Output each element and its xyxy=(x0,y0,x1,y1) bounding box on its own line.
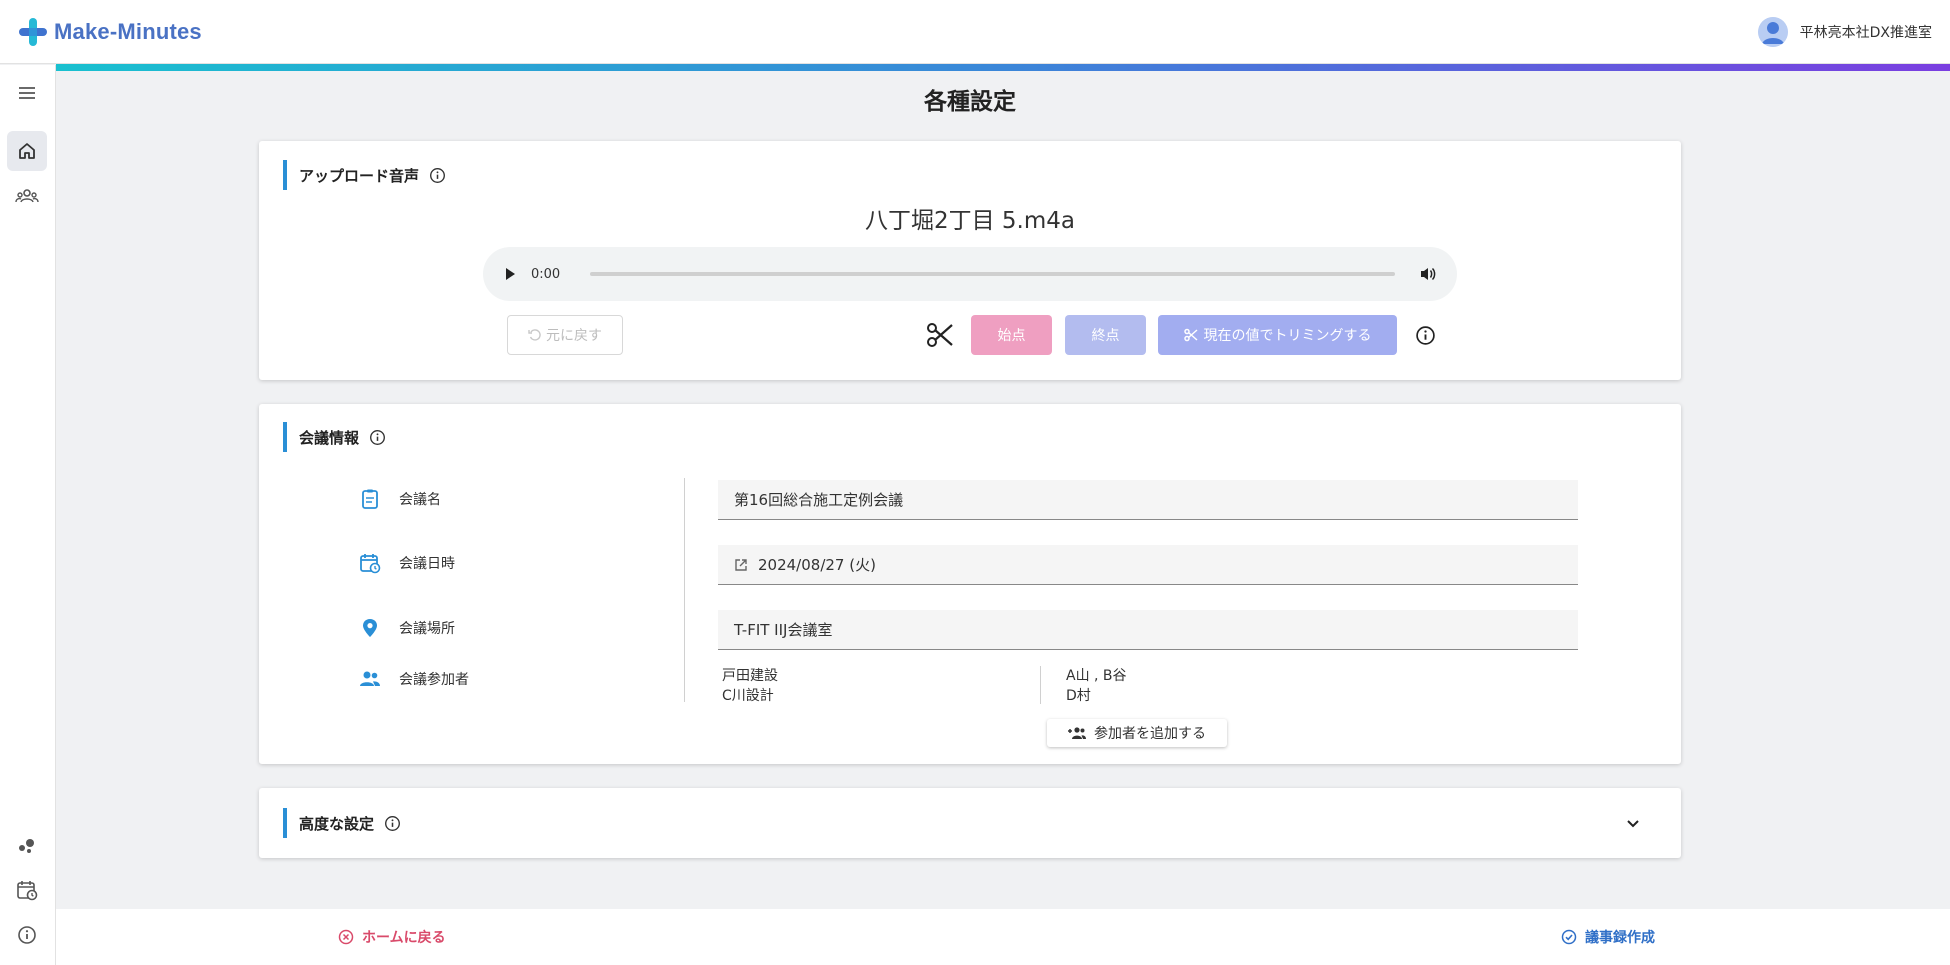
app-name: Make-Minutes xyxy=(54,18,202,44)
list-item: D村 xyxy=(1066,688,1091,704)
meeting-attendees-label: 会議参加者 xyxy=(399,672,469,688)
info-icon[interactable] xyxy=(1415,325,1436,346)
upload-audio-heading: アップロード音声 xyxy=(283,160,446,190)
home-back-button[interactable]: ホームに戻る xyxy=(338,927,446,947)
schedule-nav-button[interactable] xyxy=(7,870,47,910)
hamburger-icon xyxy=(19,87,35,99)
list-item: A山 , B谷 xyxy=(1066,668,1127,684)
meeting-name-label-row: 会議名 xyxy=(359,488,441,510)
meeting-info-card: 会議情報 会議名 会議日時 会議場所 会議参加者 第16回総合施工定例会議 20… xyxy=(259,404,1681,764)
info-nav-button[interactable] xyxy=(7,915,47,955)
upload-audio-title: アップロード音声 xyxy=(299,166,420,185)
side-rail xyxy=(0,65,56,965)
bubbles-nav-button[interactable] xyxy=(7,825,47,865)
home-icon xyxy=(19,143,35,159)
check-circle-icon xyxy=(1561,929,1577,945)
info-icon[interactable] xyxy=(429,167,446,184)
meeting-place-field[interactable]: T-FIT IIJ会議室 xyxy=(718,610,1578,650)
meeting-place-label-row: 会議場所 xyxy=(359,617,455,639)
meeting-attendees-label-row: 会議参加者 xyxy=(359,668,469,690)
footer-bar: ホームに戻る 議事録作成 xyxy=(56,909,1950,965)
meeting-date-field[interactable]: 2024/08/27 (火) xyxy=(718,545,1578,585)
info-icon[interactable] xyxy=(384,815,401,832)
audio-player[interactable]: 0:00 xyxy=(483,247,1457,301)
advanced-settings-title: 高度な設定 xyxy=(299,814,375,833)
people-icon xyxy=(360,671,380,686)
volume-icon[interactable] xyxy=(1419,265,1437,283)
groups-nav-button[interactable] xyxy=(7,176,47,216)
create-minutes-button[interactable]: 議事録作成 xyxy=(1561,927,1655,947)
start-point-button[interactable]: 始点 xyxy=(971,315,1052,355)
list-item: 戸田建設 xyxy=(722,668,778,684)
meeting-name-value: 第16回総合施工定例会議 xyxy=(734,491,904,509)
top-header: Make-Minutes 平林亮本社DX推進室 xyxy=(0,0,1950,64)
location-pin-icon xyxy=(363,619,377,637)
info-icon xyxy=(18,926,36,944)
audio-progress-track[interactable] xyxy=(590,272,1395,276)
label-divider xyxy=(684,478,685,702)
open-external-icon xyxy=(735,558,747,571)
play-icon[interactable] xyxy=(503,267,517,281)
scissors-icon xyxy=(1183,328,1197,342)
meeting-name-label: 会議名 xyxy=(399,492,441,508)
reset-label: 元に戻す xyxy=(546,328,602,344)
meeting-info-title: 会議情報 xyxy=(299,428,360,447)
meeting-info-heading: 会議情報 xyxy=(283,422,386,452)
end-point-label: 終点 xyxy=(1091,328,1120,344)
attendees-left-list: 戸田建設 C川設計 xyxy=(722,666,778,706)
attendees-right-list: A山 , B谷 D村 xyxy=(1066,666,1127,706)
user-avatar-icon xyxy=(1757,16,1788,47)
scissors-icon xyxy=(927,323,953,347)
page-title: 各種設定 xyxy=(924,89,1016,115)
meeting-date-label-row: 会議日時 xyxy=(359,552,455,574)
audio-current-time: 0:00 xyxy=(531,266,561,282)
chevron-down-icon[interactable] xyxy=(1625,815,1641,831)
groups-icon xyxy=(15,189,39,203)
attendees-divider xyxy=(1040,666,1041,704)
list-item: C川設計 xyxy=(722,688,774,704)
audio-file-name: 八丁堀2丁目 5.m4a xyxy=(864,208,1076,234)
create-minutes-label: 議事録作成 xyxy=(1585,930,1655,946)
info-icon[interactable] xyxy=(369,429,386,446)
plus-logo-icon xyxy=(19,17,47,46)
calendar-clock-icon xyxy=(360,554,381,574)
close-circle-icon xyxy=(338,929,354,945)
advanced-settings-heading: 高度な設定 xyxy=(283,808,401,838)
add-attendee-button[interactable]: 参加者を追加する xyxy=(1047,719,1227,747)
meeting-date-value: 2024/08/27 (火) xyxy=(758,556,876,574)
upload-audio-card: アップロード音声 八丁堀2丁目 5.m4a 0:00 元に戻す 始点 終点 現在… xyxy=(259,141,1681,380)
start-point-label: 始点 xyxy=(997,328,1026,344)
end-point-button[interactable]: 終点 xyxy=(1065,315,1146,355)
advanced-settings-card[interactable]: 高度な設定 xyxy=(259,788,1681,858)
calendar-clock-icon xyxy=(17,881,38,901)
meeting-name-field[interactable]: 第16回総合施工定例会議 xyxy=(718,480,1578,520)
meeting-date-label: 会議日時 xyxy=(399,556,455,572)
bubbles-icon xyxy=(19,839,34,853)
user-menu[interactable]: 平林亮本社DX推進室 xyxy=(1757,16,1932,47)
trim-label: 現在の値でトリミングする xyxy=(1203,328,1372,344)
user-name: 平林亮本社DX推進室 xyxy=(1799,24,1932,41)
app-logo[interactable]: Make-Minutes xyxy=(18,17,202,47)
add-attendee-label: 参加者を追加する xyxy=(1094,726,1206,742)
trim-button[interactable]: 現在の値でトリミングする xyxy=(1158,315,1397,355)
add-people-icon xyxy=(1068,727,1086,739)
avatar xyxy=(1757,16,1788,47)
home-nav-button[interactable] xyxy=(7,131,47,171)
undo-icon xyxy=(528,329,541,341)
meeting-place-label: 会議場所 xyxy=(399,621,455,637)
reset-button[interactable]: 元に戻す xyxy=(507,315,623,355)
menu-button[interactable] xyxy=(7,73,47,113)
meeting-place-value: T-FIT IIJ会議室 xyxy=(734,621,833,639)
clipboard-icon xyxy=(362,489,378,509)
home-back-label: ホームに戻る xyxy=(362,930,446,946)
gradient-bar xyxy=(56,64,1950,71)
